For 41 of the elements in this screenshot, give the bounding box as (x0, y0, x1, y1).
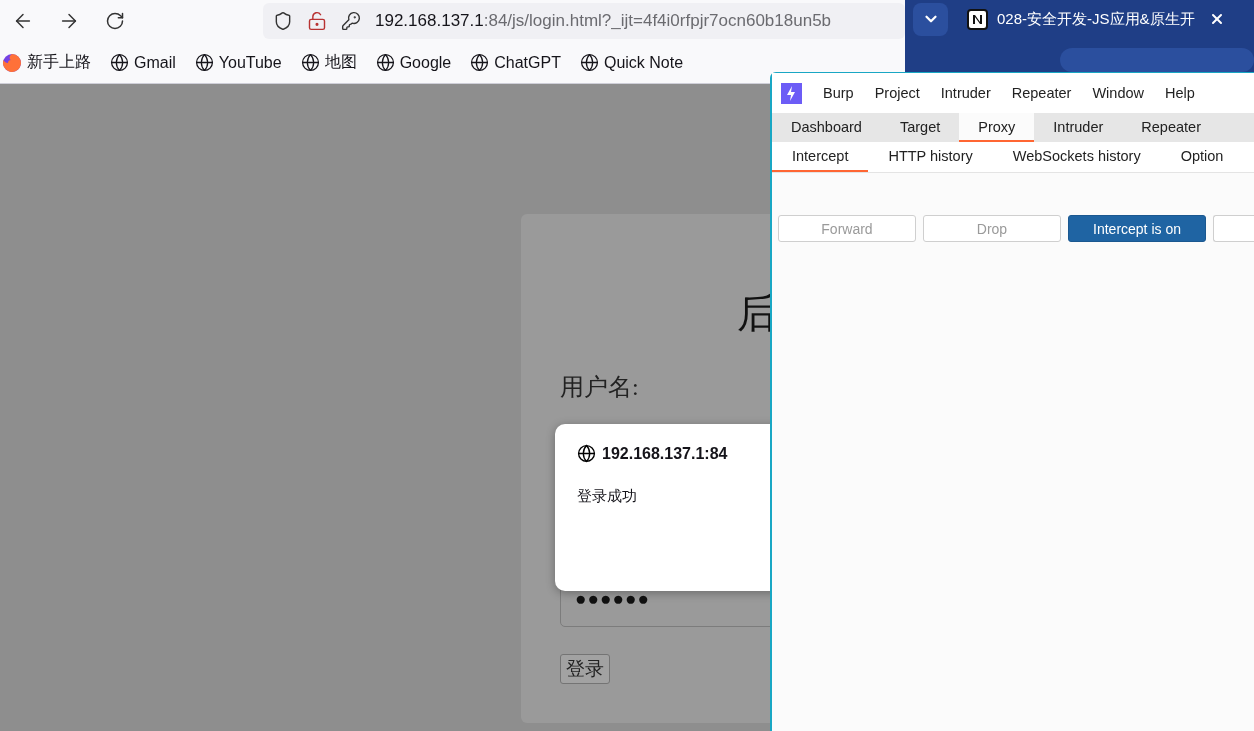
menu-item[interactable]: Project (874, 85, 920, 101)
bookmark[interactable]: Gmail (110, 53, 176, 72)
address-bar[interactable]: 192.168.137.1:84/js/login.html?_ijt=4f4i0rfpjr7ocn60b18un5b (263, 3, 905, 39)
subtab[interactable]: Intercept (772, 142, 869, 172)
url-text[interactable]: 192.168.137.1:84/js/login.html?_ijt=4f4i0rfpjr7ocn60b18un5b (375, 11, 832, 31)
bookmark[interactable]: ChatGPT (470, 53, 561, 72)
globe-icon (194, 53, 214, 72)
shield-icon[interactable] (273, 11, 293, 31)
bookmark[interactable]: 地图 (300, 52, 357, 73)
username-label: 用户名: (560, 373, 639, 402)
tab[interactable]: Dashboard (772, 113, 881, 142)
globe-icon (375, 53, 395, 72)
key-icon[interactable] (341, 11, 361, 31)
menu-item[interactable]: Help (1165, 85, 1195, 101)
bookmark[interactable]: Quick Note (579, 53, 684, 72)
bookmark[interactable]: 新手上路 (2, 52, 91, 73)
globe-icon (300, 53, 320, 72)
subtab[interactable]: HTTP history (868, 142, 993, 172)
tab-title[interactable]: 028-安全开发-JS应用&原生开 (997, 9, 1195, 29)
globe-icon (577, 444, 596, 463)
tab-list-button[interactable] (913, 2, 948, 36)
subtab[interactable]: Option (1160, 142, 1244, 172)
lightning-logo-icon (781, 82, 802, 104)
bookmark[interactable]: Google (375, 53, 452, 72)
login-button[interactable]: 登录 (560, 654, 610, 684)
menu-item[interactable]: Window (1092, 85, 1144, 101)
alert-message: 登录成功 (577, 487, 638, 506)
menu-item[interactable]: Repeater (1011, 85, 1072, 101)
tab[interactable]: Intruder (1034, 113, 1123, 142)
menu-item[interactable]: Intruder (940, 85, 991, 101)
globe-icon (579, 53, 599, 72)
alert-origin: 192.168.137.1:84 (602, 444, 728, 463)
intercept-toggle-button[interactable]: Intercept is on (1068, 215, 1206, 242)
bookmark[interactable]: YouTube (194, 53, 282, 72)
subtab[interactable]: WebSockets history (992, 142, 1161, 172)
tab[interactable]: Repeater (1122, 113, 1220, 142)
menu-item[interactable]: Burp (823, 85, 854, 101)
tab[interactable]: Target (880, 113, 960, 142)
tab[interactable]: Proxy (959, 113, 1035, 142)
globe-icon (470, 53, 490, 72)
globe-icon (110, 53, 129, 72)
